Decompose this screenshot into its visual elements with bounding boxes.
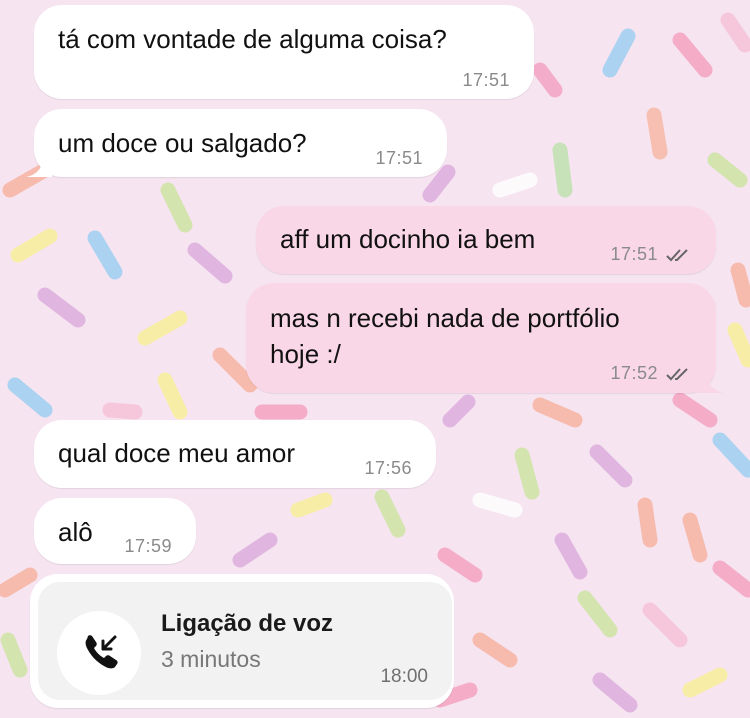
message-time: 17:52: [610, 363, 658, 383]
message-bubble-incoming[interactable]: tá com vontade de alguma coisa? 17:51: [34, 5, 534, 99]
message-time: 17:51: [462, 70, 510, 90]
message-text: alô: [58, 517, 93, 547]
voice-call-card[interactable]: Ligação de voz 3 minutos 18:00: [38, 582, 452, 700]
call-title: Ligação de voz: [161, 610, 334, 637]
message-text: tá com vontade de alguma coisa?: [58, 24, 447, 54]
message-time: 17:51: [610, 244, 658, 264]
message-text-line: hoje :/: [270, 339, 341, 369]
message-text: qual doce meu amor: [58, 438, 296, 468]
bubble-tail: [26, 157, 52, 177]
message-time: 17:59: [124, 536, 172, 556]
read-ticks-icon: [666, 368, 688, 381]
message-bubble-outgoing[interactable]: mas n recebi nada de portfólio hoje :/ 1…: [246, 283, 724, 393]
call-time: 18:00: [380, 666, 428, 687]
bubble-tail: [698, 373, 724, 393]
message-text: aff um docinho ia bem: [280, 224, 536, 254]
message-time: 17:56: [364, 458, 412, 478]
incoming-call-icon: [85, 635, 118, 669]
read-ticks-icon: [666, 249, 688, 262]
message-bubble-incoming[interactable]: alô 17:59: [34, 498, 196, 564]
message-time: 17:51: [375, 148, 423, 168]
message-bubble-outgoing[interactable]: aff um docinho ia bem 17:51: [256, 206, 716, 274]
message-text: mas n recebi nada de portfólio hoje :/: [270, 300, 620, 372]
message-bubble-incoming[interactable]: qual doce meu amor 17:56: [34, 420, 436, 488]
call-duration: 3 minutos: [161, 646, 261, 672]
message-text-line: mas n recebi nada de portfólio: [270, 303, 620, 333]
message-text: um doce ou salgado?: [58, 128, 307, 158]
message-bubble-incoming[interactable]: um doce ou salgado? 17:51: [26, 109, 447, 177]
call-icon-circle: [57, 611, 141, 695]
